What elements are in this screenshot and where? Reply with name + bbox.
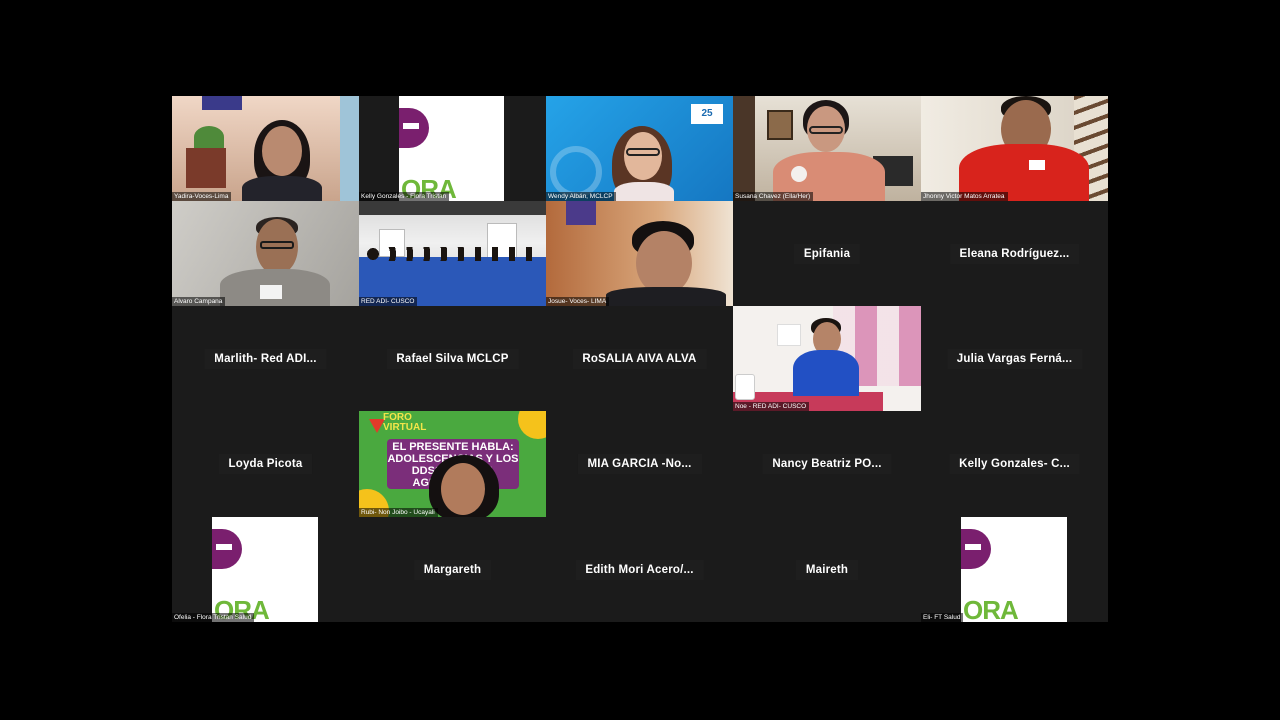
video-feed [921, 96, 1108, 201]
participant-name-tag: Ofelia - Flora Tristan Salud [172, 613, 255, 622]
video-tile-josue[interactable]: Josue- Voces- LIMA [546, 201, 733, 306]
name-tile-epifania[interactable]: Epifania [733, 201, 921, 306]
participant-name: Margareth [413, 559, 492, 580]
video-feed [172, 201, 359, 306]
participant-name-tag: Jhonny Victor Matos Arratea [921, 192, 1008, 201]
video-feed [733, 96, 921, 201]
participant-name-tag: Eli- FT Salud [921, 613, 964, 622]
participant-name-tag: Alvaro Campana [172, 297, 226, 306]
video-feed [733, 306, 921, 411]
video-tile-susana[interactable]: Susana Chavez (Ella/Her) [733, 96, 921, 201]
participant-name-tag: Yadira-Voces-Lima [172, 192, 232, 201]
video-tile-yadira[interactable]: Yadira-Voces-Lima [172, 96, 359, 201]
participant-name-tag: RED ADI- CUSCO [359, 297, 418, 306]
video-tile-red-adi-cusco[interactable]: RED ADI- CUSCO [359, 201, 546, 306]
name-tile-maireth[interactable]: Maireth [733, 517, 921, 622]
participant-name: Eleana Rodríguez... [949, 243, 1080, 264]
video-feed [359, 201, 546, 306]
foro-virtual-background: FORO VIRTUAL EL PRESENTE HABLA: ADOLESCE… [359, 411, 546, 517]
flora-tristan-logo: ORA [961, 517, 1067, 622]
gallery-grid: Yadira-Voces-Lima ORA Kelly Gonzales - F… [172, 96, 1108, 622]
participant-name: Rafael Silva MCLCP [386, 348, 519, 369]
name-tile-kelly-c[interactable]: Kelly Gonzales- C... [921, 411, 1108, 517]
participant-name-tag: Susana Chavez (Ella/Her) [733, 192, 814, 201]
participant-name: Epifania [793, 243, 861, 264]
logo-tile-eli[interactable]: ORA Eli- FT Salud [921, 517, 1108, 622]
video-tile-jhonny[interactable]: Jhonny Victor Matos Arratea [921, 96, 1108, 201]
mclcp-badge: 25 [691, 104, 723, 124]
name-tile-julia[interactable]: Julia Vargas Ferná... [921, 306, 1108, 411]
name-tile-marlith[interactable]: Marlith- Red ADI... [172, 306, 359, 411]
participant-name-tag: Wendy Albán, MCLCP [546, 192, 616, 201]
participant-name-tag: Kelly Gonzales - Flora Tristan [359, 192, 450, 201]
name-tile-edith[interactable]: Edith Mori Acero/... [546, 517, 733, 622]
name-tile-rafael[interactable]: Rafael Silva MCLCP [359, 306, 546, 411]
video-feed: 25 [546, 96, 733, 201]
name-tile-loyda[interactable]: Loyda Picota [172, 411, 359, 517]
participant-name-tag: Rubi- Non Joibo - Ucayali [359, 508, 438, 517]
participant-name: Julia Vargas Ferná... [946, 348, 1083, 369]
video-tile-wendy[interactable]: 25 Wendy Albán, MCLCP [546, 96, 733, 201]
video-tile-noe[interactable]: Noe - RED ADI- CUSCO [733, 306, 921, 411]
flora-tristan-logo: ORA [399, 96, 504, 201]
participant-name-tag: Noe - RED ADI- CUSCO [733, 402, 810, 411]
video-feed [546, 201, 733, 306]
participant-name: MIA GARCIA -No... [577, 454, 702, 474]
logo-tile-kelly-flora[interactable]: ORA Kelly Gonzales - Flora Tristan [359, 96, 546, 201]
video-feed [172, 96, 359, 201]
name-tile-rosalia[interactable]: RoSALIA AIVA ALVA [546, 306, 733, 411]
logo-tile-ofelia[interactable]: ORA Ofelia - Flora Tristan Salud [172, 517, 359, 622]
video-tile-rubi[interactable]: FORO VIRTUAL EL PRESENTE HABLA: ADOLESCE… [359, 411, 546, 517]
name-tile-margareth[interactable]: Margareth [359, 517, 546, 622]
participant-name: Kelly Gonzales- C... [949, 454, 1080, 474]
foro-header: FORO VIRTUAL [383, 412, 427, 433]
participant-name: Edith Mori Acero/... [575, 559, 704, 580]
participant-name: RoSALIA AIVA ALVA [572, 348, 707, 369]
participant-name: Maireth [795, 559, 859, 580]
participant-name: Marlith- Red ADI... [204, 348, 327, 369]
participant-name: Nancy Beatriz PO... [762, 454, 892, 474]
name-tile-mia[interactable]: MIA GARCIA -No... [546, 411, 733, 517]
video-tile-alvaro[interactable]: Alvaro Campana [172, 201, 359, 306]
participant-name-tag: Josue- Voces- LIMA [546, 297, 610, 306]
flora-tristan-logo: ORA [212, 517, 318, 622]
participant-name: Loyda Picota [218, 454, 313, 474]
name-tile-eleana[interactable]: Eleana Rodríguez... [921, 201, 1108, 306]
name-tile-nancy[interactable]: Nancy Beatriz PO... [733, 411, 921, 517]
